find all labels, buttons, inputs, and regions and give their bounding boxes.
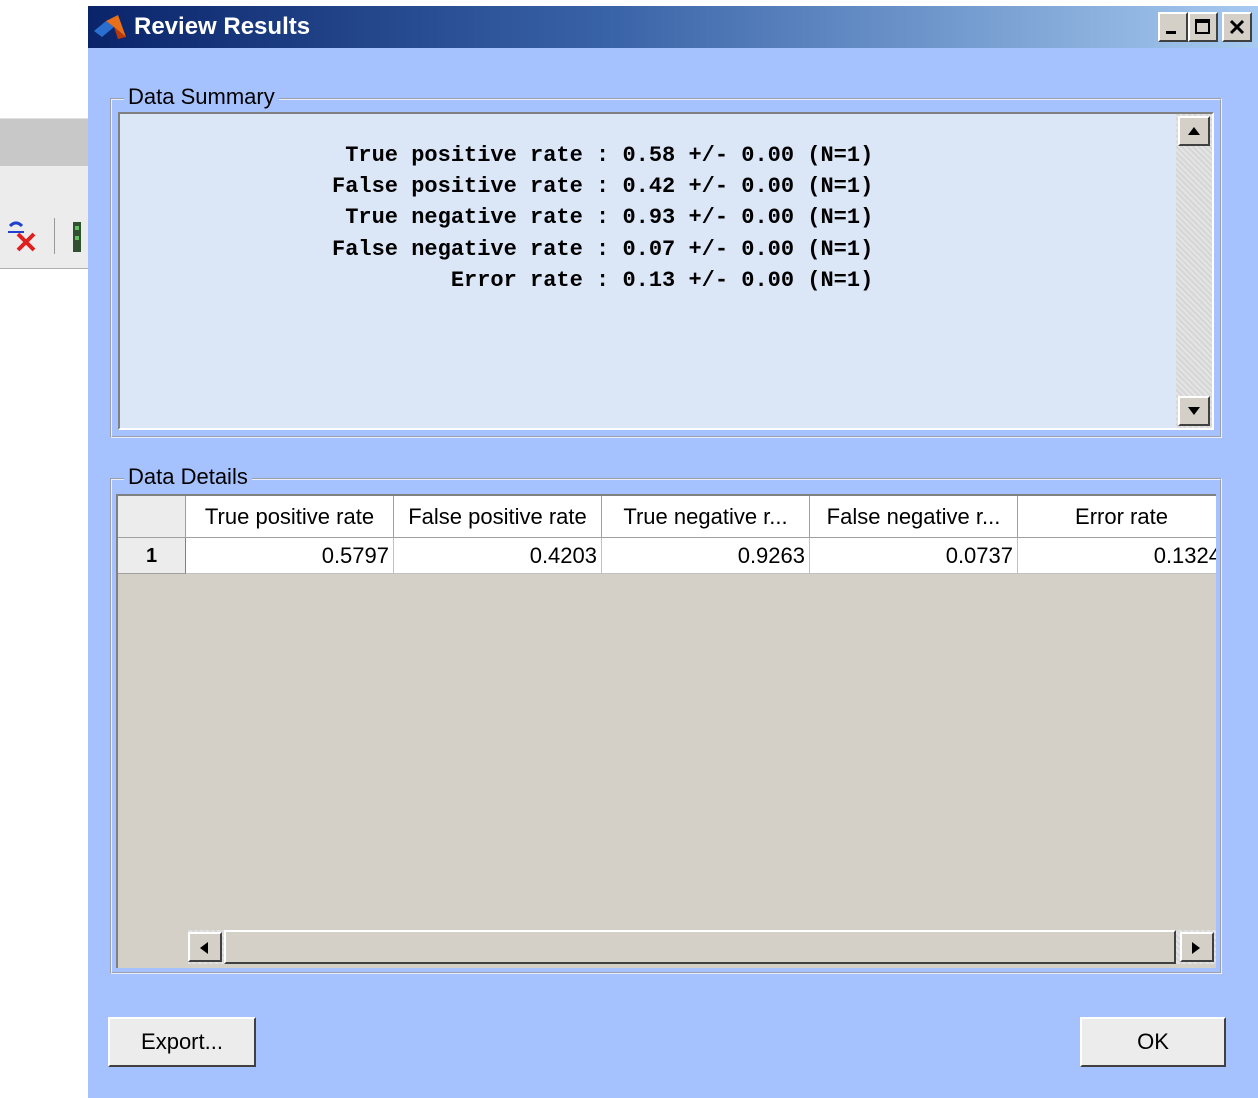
scroll-right-button[interactable] (1180, 932, 1214, 962)
export-button[interactable]: Export... (108, 1017, 256, 1067)
table-cell-false-negative-rate[interactable]: 0.0737 (810, 538, 1018, 574)
background-menubar (0, 166, 88, 210)
close-button[interactable] (1222, 12, 1252, 42)
summary-vertical-scrollbar[interactable] (1176, 114, 1212, 428)
scroll-up-button[interactable] (1178, 116, 1210, 146)
table-row: 1 0.5797 0.4203 0.9263 0.0737 0.1324 (118, 538, 1216, 574)
toolbar-grip-icon[interactable] (72, 222, 82, 252)
data-details-table[interactable]: True positive rate False positive rate T… (116, 494, 1216, 968)
column-header-true-negative-rate[interactable]: True negative r... (602, 496, 810, 538)
summary-line-tnr: True negative rate : 0.93 +/- 0.00 (N=1) (332, 205, 874, 231)
table-corner-cell[interactable] (118, 496, 186, 538)
title-bar[interactable]: Review Results (88, 6, 1258, 48)
summary-line-fpr: False positive rate : 0.42 +/- 0.00 (N=1… (332, 174, 874, 200)
table-cell-false-positive-rate[interactable]: 0.4203 (394, 538, 602, 574)
data-summary-label: Data Summary (124, 84, 279, 110)
remove-link-icon[interactable] (8, 218, 42, 252)
column-header-true-positive-rate[interactable]: True positive rate (186, 496, 394, 538)
column-header-false-positive-rate[interactable]: False positive rate (394, 496, 602, 538)
minimize-button[interactable] (1158, 12, 1188, 42)
background-titlebar (0, 118, 88, 167)
table-cell-true-negative-rate[interactable]: 0.9263 (602, 538, 810, 574)
close-icon (1229, 19, 1245, 35)
arrow-up-icon (1188, 127, 1200, 135)
arrow-down-icon (1188, 407, 1200, 415)
table-header-row: True positive rate False positive rate T… (118, 496, 1216, 538)
summary-line-error: Error rate : 0.13 +/- 0.00 (N=1) (332, 267, 874, 293)
data-details-group: Data Details True positive rate False po… (110, 464, 1222, 974)
maximize-button[interactable] (1188, 12, 1218, 42)
summary-line-fnr: False negative rate : 0.07 +/- 0.00 (N=1… (332, 236, 874, 262)
review-results-dialog: Review Results Data Summary True positiv… (88, 6, 1258, 1098)
summary-line-tpr: True positive rate : 0.58 +/- 0.00 (N=1) (332, 143, 874, 168)
window-title: Review Results (134, 13, 311, 40)
summary-lines: True positive rate : 0.58 +/- 0.00 (N=1)… (120, 140, 1180, 296)
table-horizontal-scrollbar[interactable] (188, 930, 1216, 964)
arrow-left-icon (200, 942, 208, 954)
arrow-right-icon (1192, 942, 1200, 954)
column-header-false-negative-rate[interactable]: False negative r... (810, 496, 1018, 538)
summary-text-area[interactable]: True positive rate : 0.58 +/- 0.00 (N=1)… (118, 112, 1214, 430)
maximize-icon (1195, 19, 1210, 34)
scroll-left-button[interactable] (188, 932, 222, 962)
table-cell-true-positive-rate[interactable]: 0.5797 (186, 538, 394, 574)
data-summary-group: Data Summary True positive rate : 0.58 +… (110, 84, 1222, 438)
background-app-window (0, 110, 88, 270)
scroll-thumb[interactable] (224, 930, 1176, 964)
table-cell-error-rate[interactable]: 0.1324 (1018, 538, 1216, 574)
data-details-label: Data Details (124, 464, 252, 490)
minimize-icon (1166, 31, 1176, 34)
row-header[interactable]: 1 (118, 538, 186, 574)
column-header-error-rate[interactable]: Error rate (1018, 496, 1216, 538)
toolbar-separator (54, 218, 55, 254)
ok-button[interactable]: OK (1080, 1017, 1226, 1067)
scroll-down-button[interactable] (1178, 396, 1210, 426)
matlab-logo-icon (94, 15, 126, 39)
